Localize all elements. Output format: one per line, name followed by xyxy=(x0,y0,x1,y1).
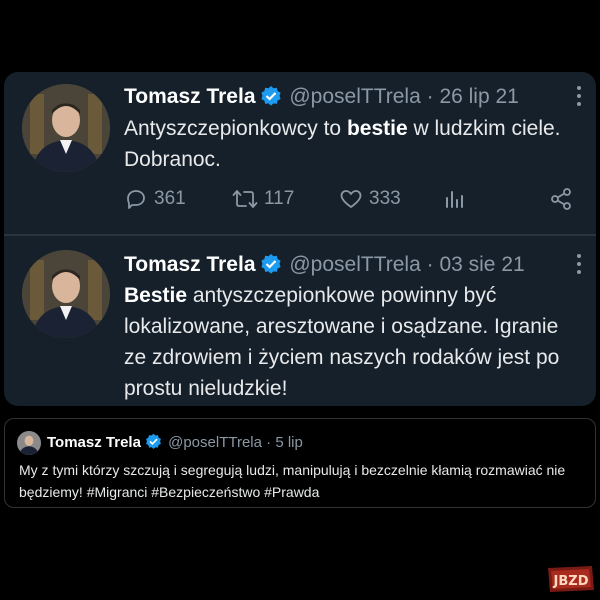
like-count: 333 xyxy=(369,188,401,209)
retweet-count: 117 xyxy=(264,188,295,209)
avatar-photo xyxy=(22,250,110,338)
reply-icon xyxy=(127,190,145,209)
verified-badge-icon xyxy=(260,253,282,282)
reply-count: 361 xyxy=(154,188,186,209)
author-name[interactable]: Tomasz Trela xyxy=(124,253,256,276)
separator: · xyxy=(266,434,272,451)
tweet-card-2[interactable]: Tomasz Trela @poselTTrela · 03 sie 21 Be… xyxy=(4,236,596,406)
author-handle[interactable]: @poselTTrela xyxy=(289,253,420,276)
tweet-text: Antyszczepionkowcy to bestie w ludzkim c… xyxy=(124,113,582,175)
like-button[interactable]: 333 xyxy=(339,187,401,211)
tweet-header: Tomasz Trela @poselTTrela · 5 lip xyxy=(47,433,303,456)
author-handle[interactable]: @poselTTrela xyxy=(168,434,262,451)
tweet-actions: 361 117 333 xyxy=(124,187,576,217)
tweet-text-part: antyszczepionkowe powinny być lokalizowa… xyxy=(124,284,560,400)
author-name[interactable]: Tomasz Trela xyxy=(124,85,256,108)
more-icon[interactable] xyxy=(576,86,582,106)
tweet-header: Tomasz Trela @poselTTrela · 26 lip 21 xyxy=(124,84,556,114)
reply-button[interactable]: 361 xyxy=(124,187,186,211)
separator: · xyxy=(426,253,434,276)
tweet-card-1[interactable]: Tomasz Trela @poselTTrela · 26 lip 21 An… xyxy=(4,72,596,234)
watermark-text: JBZD xyxy=(553,574,589,589)
author-handle[interactable]: @poselTTrela xyxy=(289,85,420,108)
retweet-icon xyxy=(232,190,258,208)
tweet-text: My z tymi którzy szczują i segregują lud… xyxy=(19,462,566,500)
avatar[interactable] xyxy=(22,84,110,172)
separator: · xyxy=(426,85,434,108)
jbzd-logo: JBZD xyxy=(544,564,596,594)
tweet-text-bold: Bestie xyxy=(124,284,188,307)
retweet-button[interactable]: 117 xyxy=(232,187,294,211)
like-icon xyxy=(340,190,362,208)
more-icon[interactable] xyxy=(576,254,582,274)
analytics-icon xyxy=(446,191,463,208)
avatar[interactable] xyxy=(17,431,41,455)
avatar[interactable] xyxy=(22,250,110,338)
tweet-date[interactable]: 26 lip 21 xyxy=(439,85,518,108)
author-name[interactable]: Tomasz Trela xyxy=(47,434,141,451)
tweet-date[interactable]: 03 sie 21 xyxy=(439,253,524,276)
share-icon xyxy=(551,188,571,210)
tweet-header: Tomasz Trela @poselTTrela · 03 sie 21 xyxy=(124,252,556,282)
verified-badge-icon xyxy=(260,85,282,114)
avatar-photo xyxy=(17,431,41,455)
tweet-date[interactable]: 5 lip xyxy=(275,434,303,451)
share-button[interactable] xyxy=(549,187,573,211)
tweet-card-3[interactable]: Tomasz Trela @poselTTrela · 5 lip My z t… xyxy=(4,418,596,508)
tweet-text-part: Antyszczepionkowcy to xyxy=(124,117,347,140)
tweet-text: Bestie antyszczepionkowe powinny być lok… xyxy=(124,280,582,404)
tweet-text-bold: bestie xyxy=(346,117,408,140)
analytics-button[interactable] xyxy=(442,187,466,211)
avatar-photo xyxy=(22,84,110,172)
verified-badge-icon xyxy=(145,433,162,456)
